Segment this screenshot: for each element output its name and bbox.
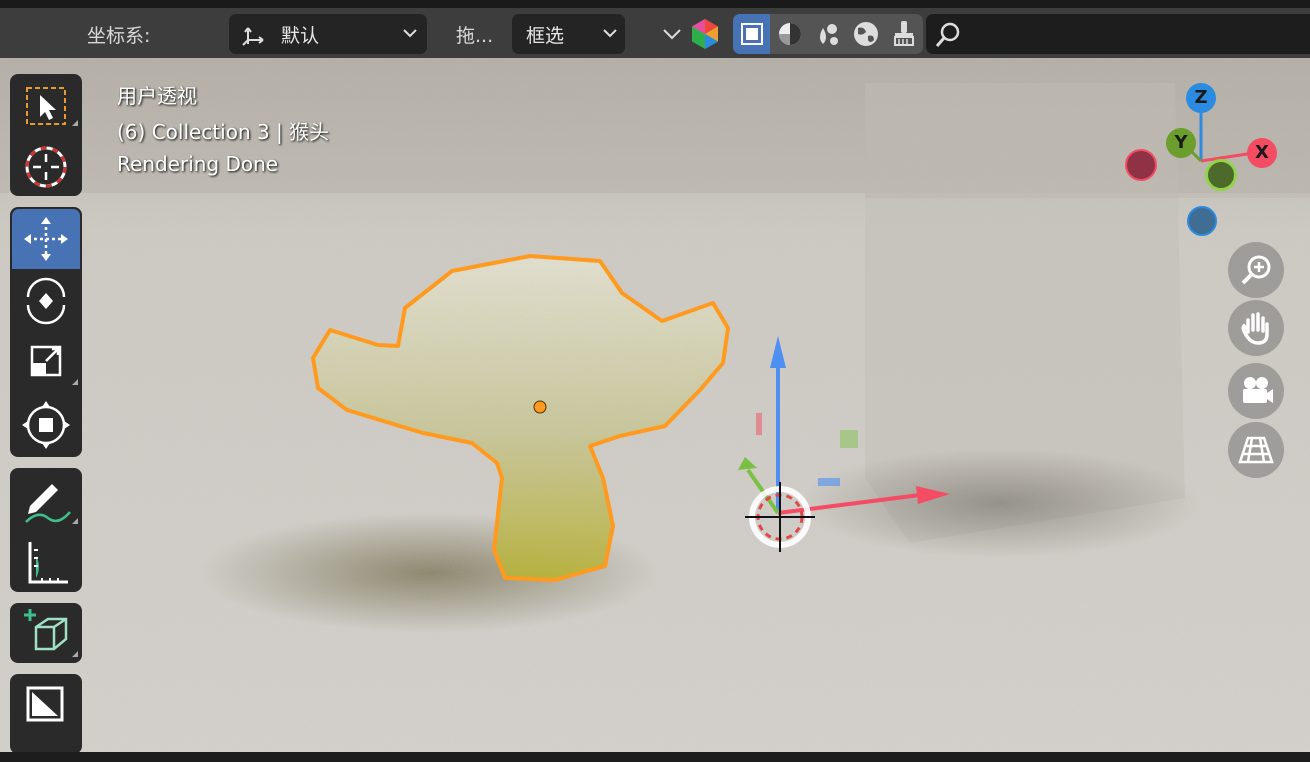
zoom-magnifier-icon bbox=[1241, 255, 1271, 285]
texture-paint-button[interactable] bbox=[885, 14, 922, 54]
search-icon bbox=[935, 22, 960, 47]
toolbar-group-select bbox=[10, 74, 82, 196]
box-diagonal-icon bbox=[26, 686, 64, 722]
measure-ruler-icon bbox=[28, 542, 68, 584]
viewport-header: 坐标系: 默认 拖... 框选 bbox=[0, 8, 1310, 58]
solid-shading-button[interactable] bbox=[771, 14, 808, 54]
rendered-shading-button[interactable] bbox=[847, 14, 884, 54]
scale-icon bbox=[30, 345, 78, 385]
drag-label: 拖... bbox=[456, 25, 494, 47]
render-status-label: Rendering Done bbox=[117, 152, 279, 176]
tool-rotate[interactable] bbox=[12, 271, 80, 331]
tool-select-box[interactable] bbox=[12, 76, 80, 136]
toolbar-group-annotate bbox=[10, 468, 82, 592]
select-mode-value: 框选 bbox=[526, 25, 565, 47]
tool-last[interactable] bbox=[12, 674, 80, 734]
add-cube-icon bbox=[24, 609, 78, 657]
transform-orientation-dropdown[interactable]: 默认 bbox=[229, 14, 427, 54]
window-top-strip bbox=[0, 0, 1310, 8]
collection-info-label: (6) Collection 3 | 猴头 bbox=[117, 120, 330, 144]
xray-toggle-button[interactable] bbox=[733, 14, 770, 54]
bottom-border bbox=[0, 752, 1310, 762]
shading-options-chevron-icon[interactable] bbox=[660, 26, 684, 42]
tool-transform[interactable] bbox=[12, 395, 80, 455]
material-droplets-icon bbox=[820, 24, 838, 45]
camera-icon bbox=[1243, 377, 1273, 403]
tool-measure[interactable] bbox=[12, 532, 80, 592]
tool-add-cube[interactable] bbox=[12, 603, 80, 663]
orientation-axes-icon bbox=[242, 27, 264, 46]
zoom-button[interactable] bbox=[1228, 242, 1284, 298]
orientation-value: 默认 bbox=[281, 25, 320, 47]
transform-icon bbox=[22, 401, 70, 449]
annotate-pencil-icon bbox=[25, 484, 78, 524]
gizmo-x-axis[interactable]: X bbox=[1247, 138, 1277, 168]
search-field[interactable] bbox=[926, 14, 1310, 54]
chevron-down-icon bbox=[403, 29, 417, 38]
coord-system-label: 坐标系: bbox=[87, 25, 151, 47]
grid-perspective-icon bbox=[1238, 436, 1274, 464]
gizmo-toggle-icon[interactable] bbox=[690, 18, 720, 50]
world-globe-icon bbox=[854, 22, 878, 46]
toolbar-group-transform bbox=[10, 207, 82, 457]
drag-select-dropdown[interactable]: 框选 bbox=[512, 14, 625, 54]
3d-viewport[interactable]: 用户透视 (6) Collection 3 | 猴头 Rendering Don… bbox=[0, 58, 1310, 752]
toolbar-group-add bbox=[10, 603, 82, 663]
camera-view-button[interactable] bbox=[1228, 363, 1284, 419]
hand-icon bbox=[1241, 312, 1269, 345]
chevron-down-icon bbox=[603, 29, 617, 38]
cursor-crosshair-icon bbox=[25, 146, 67, 188]
tool-cursor[interactable] bbox=[12, 138, 80, 198]
gizmo-y-axis[interactable]: Y bbox=[1166, 128, 1196, 158]
rotate-icon bbox=[26, 277, 66, 325]
gizmo-neg-z-axis[interactable] bbox=[1187, 206, 1217, 236]
toolbar-group-extra bbox=[10, 674, 82, 752]
material-preview-button[interactable] bbox=[809, 14, 846, 54]
paint-brush-icon bbox=[894, 21, 914, 46]
select-box-icon bbox=[26, 87, 78, 126]
tool-move[interactable] bbox=[12, 209, 80, 269]
tool-annotate[interactable] bbox=[12, 470, 80, 530]
shading-mode-group bbox=[733, 14, 923, 54]
gizmo-neg-x-axis[interactable] bbox=[1125, 149, 1157, 181]
gizmo-z-axis[interactable]: Z bbox=[1186, 83, 1216, 113]
view-name-label: 用户透视 bbox=[117, 84, 197, 108]
pan-button[interactable] bbox=[1228, 300, 1284, 356]
perspective-toggle-button[interactable] bbox=[1228, 422, 1284, 478]
xray-icon bbox=[741, 23, 763, 45]
gizmo-neg-y-axis[interactable] bbox=[1205, 159, 1237, 191]
move-arrows-icon bbox=[24, 217, 68, 261]
tool-scale[interactable] bbox=[12, 333, 80, 393]
solid-sphere-icon bbox=[779, 23, 801, 45]
